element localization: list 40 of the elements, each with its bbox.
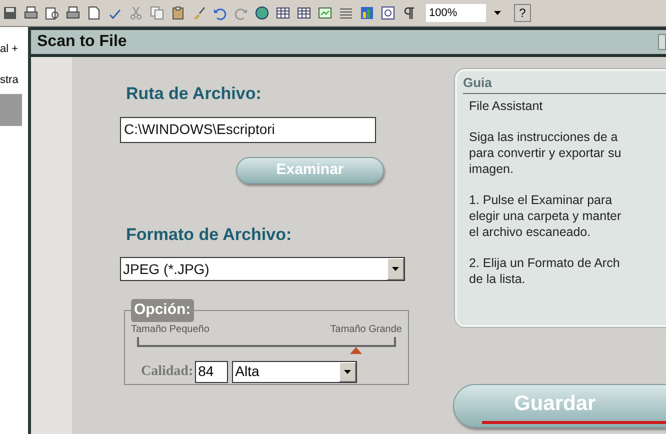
guide-paragraph: 2. Elija un Formato de Arch de la lista. [469, 254, 621, 286]
option-legend: Opción: [131, 299, 194, 322]
guide-title: Guia [463, 73, 666, 94]
spreadsheet-icon[interactable] [317, 5, 333, 21]
slider-max-label: Tamaño Grande [330, 322, 402, 336]
quality-dropdown[interactable]: Alta [232, 360, 358, 382]
title-bar-button[interactable] [658, 34, 666, 50]
caret-icon [344, 370, 352, 374]
guide-paragraph: File Assistant [469, 98, 544, 114]
caret-icon [494, 11, 500, 15]
help-button[interactable]: ? [514, 4, 531, 22]
chart-icon[interactable] [359, 5, 375, 21]
document-text: stra [0, 72, 20, 88]
format-dropdown[interactable]: JPEG (*.JPG) [120, 257, 405, 281]
save-icon[interactable] [2, 5, 18, 21]
table-icon[interactable] [296, 5, 312, 21]
guide-paragraph: 1. Pulse el Examinar para elegir una carpeta y manter el archivo escaneado. [469, 192, 622, 240]
path-field[interactable]: C:\WINDOWS\Escriptori [120, 116, 376, 142]
dropdown-arrow-button[interactable] [387, 258, 404, 280]
quality-field[interactable]: 84 [195, 360, 228, 382]
slider-thumb[interactable] [350, 346, 362, 354]
quality-label: Calidad: [141, 363, 194, 381]
clipboard-icon[interactable] [170, 5, 186, 21]
path-label: Ruta de Archivo: [126, 83, 262, 105]
zoom-field[interactable]: 100% [426, 4, 486, 22]
document-map-icon[interactable] [380, 5, 396, 21]
format-label: Formato de Archivo: [126, 224, 293, 246]
printer-icon[interactable] [23, 5, 39, 21]
document-text: al + [0, 42, 20, 57]
dropdown-arrow-button[interactable] [339, 362, 356, 382]
copy-icon[interactable] [149, 5, 165, 21]
window-title: Scan to File [37, 32, 127, 52]
slider-min-label: Tamaño Pequeño [131, 322, 210, 336]
globe-icon[interactable] [254, 5, 270, 21]
guide-paragraph: Siga las instrucciones de a para convertir y exportar su imagen. [469, 128, 622, 176]
caret-icon [392, 267, 399, 271]
table-icon[interactable] [275, 5, 291, 21]
printer-icon[interactable] [65, 5, 81, 21]
page-icon[interactable] [86, 5, 102, 21]
preview-icon[interactable] [44, 5, 60, 21]
